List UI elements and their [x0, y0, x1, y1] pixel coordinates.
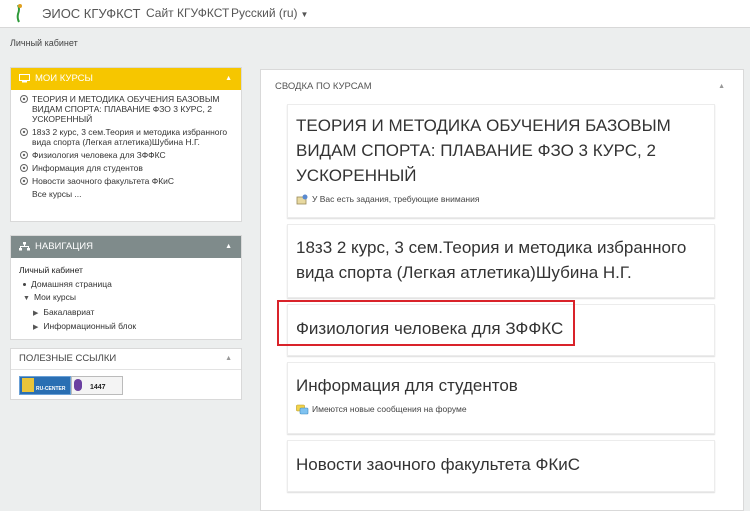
- university-site-link[interactable]: Сайт КГУФКСТ: [146, 6, 229, 20]
- nav-info-block-label: Информационный блок: [43, 321, 137, 331]
- collapse-icon[interactable]: ▲: [225, 68, 232, 90]
- course-link-label: Новости заочного факультета ФКиС: [32, 176, 175, 186]
- course-icon: [20, 177, 28, 185]
- monitor-icon: [19, 73, 30, 83]
- course-link-swimming[interactable]: ТЕОРИЯ И МЕТОДИКА ОБУЧЕНИЯ БАЗОВЫМ ВИДАМ…: [19, 94, 235, 124]
- course-card: ТЕОРИЯ И МЕТОДИКА ОБУЧЕНИЯ БАЗОВЫМ ВИДАМ…: [287, 104, 715, 218]
- visit-counter-badge[interactable]: 1447: [71, 376, 123, 395]
- language-selector[interactable]: Русский (ru) ▼: [231, 6, 308, 20]
- collapse-icon[interactable]: ▲: [225, 236, 232, 258]
- course-title-link[interactable]: Информация для студентов: [288, 363, 714, 398]
- course-link-label: 18з3 2 курс, 3 сем.Теория и методика изб…: [32, 127, 228, 147]
- university-logo-icon[interactable]: [12, 3, 26, 24]
- course-card: Новости заочного факультета ФКиС: [287, 440, 715, 492]
- bullet-icon: [23, 282, 26, 286]
- useful-links-block: ПОЛЕЗНЫЕ ССЫЛКИ ▲ RU-CENTER 1447: [10, 348, 242, 400]
- my-courses-block: МОИ КУРСЫ ▲ ТЕОРИЯ И МЕТОДИКА ОБУЧЕНИЯ Б…: [10, 67, 242, 222]
- my-courses-title: МОИ КУРСЫ: [35, 73, 93, 84]
- top-navbar: ЭИОС КГУФКСТ Сайт КГУФКСТ Русский (ru) ▼: [0, 0, 750, 28]
- nav-info-block[interactable]: ▶ Информационный блок: [19, 320, 233, 335]
- navigation-block: НАВИГАЦИЯ ▲ Личный кабинет Домашняя стра…: [10, 235, 242, 340]
- badge-text: RU-CENTER: [36, 386, 66, 392]
- course-card: 18з3 2 курс, 3 сем.Теория и методика изб…: [287, 224, 715, 298]
- counter-value: 1447: [90, 384, 106, 391]
- breadcrumb[interactable]: Личный кабинет: [10, 38, 78, 48]
- navigation-header: НАВИГАЦИЯ ▲: [11, 236, 241, 258]
- badge-logo-icon: [22, 378, 34, 392]
- course-link-label: Информация для студентов: [32, 163, 143, 173]
- nav-bachelor-label: Бакалавриат: [43, 306, 95, 317]
- course-link-student-info[interactable]: Информация для студентов: [19, 163, 235, 173]
- course-link-athletics[interactable]: 18з3 2 курс, 3 сем.Теория и методика изб…: [19, 127, 235, 147]
- nav-my-courses[interactable]: ▼ Мои курсы: [19, 291, 233, 306]
- course-icon: [20, 164, 28, 172]
- collapsed-arrow-icon: ▶: [33, 324, 39, 331]
- course-notification-label: У Вас есть задания, требующие внимания: [312, 194, 480, 204]
- course-link-label: ТЕОРИЯ И МЕТОДИКА ОБУЧЕНИЯ БАЗОВЫМ ВИДАМ…: [32, 94, 220, 124]
- course-title-link[interactable]: Новости заочного факультета ФКиС: [288, 441, 714, 477]
- nav-bachelor[interactable]: ▶ Бакалавриат: [19, 306, 233, 321]
- collapse-icon[interactable]: ▲: [225, 349, 232, 369]
- counter-logo-icon: [74, 379, 82, 391]
- my-courses-header: МОИ КУРСЫ ▲: [11, 68, 241, 90]
- forum-icon: [296, 404, 309, 415]
- useful-links-title: ПОЛЕЗНЫЕ ССЫЛКИ: [19, 353, 117, 364]
- language-label: Русский (ru): [231, 6, 298, 20]
- ru-center-badge[interactable]: RU-CENTER: [19, 376, 71, 395]
- course-notification[interactable]: Имеются новые сообщения на форуме: [288, 404, 714, 415]
- caret-down-icon: ▼: [300, 10, 309, 19]
- course-overview-panel: СВОДКА ПО КУРСАМ ▲ ТЕОРИЯ И МЕТОДИКА ОБУ…: [260, 69, 744, 511]
- course-icon: [20, 128, 28, 136]
- course-notification[interactable]: У Вас есть задания, требующие внимания: [288, 194, 714, 205]
- assignment-icon: [296, 194, 308, 205]
- sitemap-icon: [19, 241, 30, 251]
- course-link-label: Физиология человека для ЗФФКС: [32, 150, 166, 160]
- navigation-tree: Личный кабинет Домашняя страница ▼ Мои ку…: [11, 258, 241, 341]
- nav-home-label: Домашняя страница: [31, 278, 112, 289]
- all-courses-link[interactable]: Все курсы ...: [19, 189, 235, 199]
- course-title-link[interactable]: ТЕОРИЯ И МЕТОДИКА ОБУЧЕНИЯ БАЗОВЫМ ВИДАМ…: [288, 105, 714, 188]
- course-link-physiology[interactable]: Физиология человека для ЗФФКС: [19, 150, 235, 160]
- collapse-icon[interactable]: ▲: [718, 70, 725, 104]
- course-link-news[interactable]: Новости заочного факультета ФКиС: [19, 176, 235, 186]
- nav-my-courses-label: Мои курсы: [33, 292, 77, 302]
- course-overview-title: СВОДКА ПО КУРСАМ: [275, 81, 372, 92]
- course-title-link[interactable]: 18з3 2 курс, 3 сем.Теория и методика изб…: [288, 225, 714, 285]
- useful-links-header: ПОЛЕЗНЫЕ ССЫЛКИ ▲: [11, 349, 241, 370]
- course-notification-label: Имеются новые сообщения на форуме: [312, 404, 467, 414]
- highlight-box: [277, 300, 575, 346]
- expanded-arrow-icon: ▼: [23, 295, 30, 302]
- site-brand[interactable]: ЭИОС КГУФКСТ: [42, 6, 140, 21]
- course-card: Информация для студентов Имеются новые с…: [287, 362, 715, 434]
- badges-row: RU-CENTER 1447: [11, 370, 241, 404]
- course-icon: [20, 95, 28, 103]
- navigation-title: НАВИГАЦИЯ: [35, 241, 93, 252]
- nav-home[interactable]: Домашняя страница: [19, 278, 233, 292]
- course-icon: [20, 151, 28, 159]
- nav-dashboard[interactable]: Личный кабинет: [19, 264, 233, 278]
- course-overview-header: СВОДКА ПО КУРСАМ ▲: [261, 70, 743, 104]
- collapsed-arrow-icon: ▶: [33, 309, 39, 317]
- my-courses-list: ТЕОРИЯ И МЕТОДИКА ОБУЧЕНИЯ БАЗОВЫМ ВИДАМ…: [11, 90, 241, 205]
